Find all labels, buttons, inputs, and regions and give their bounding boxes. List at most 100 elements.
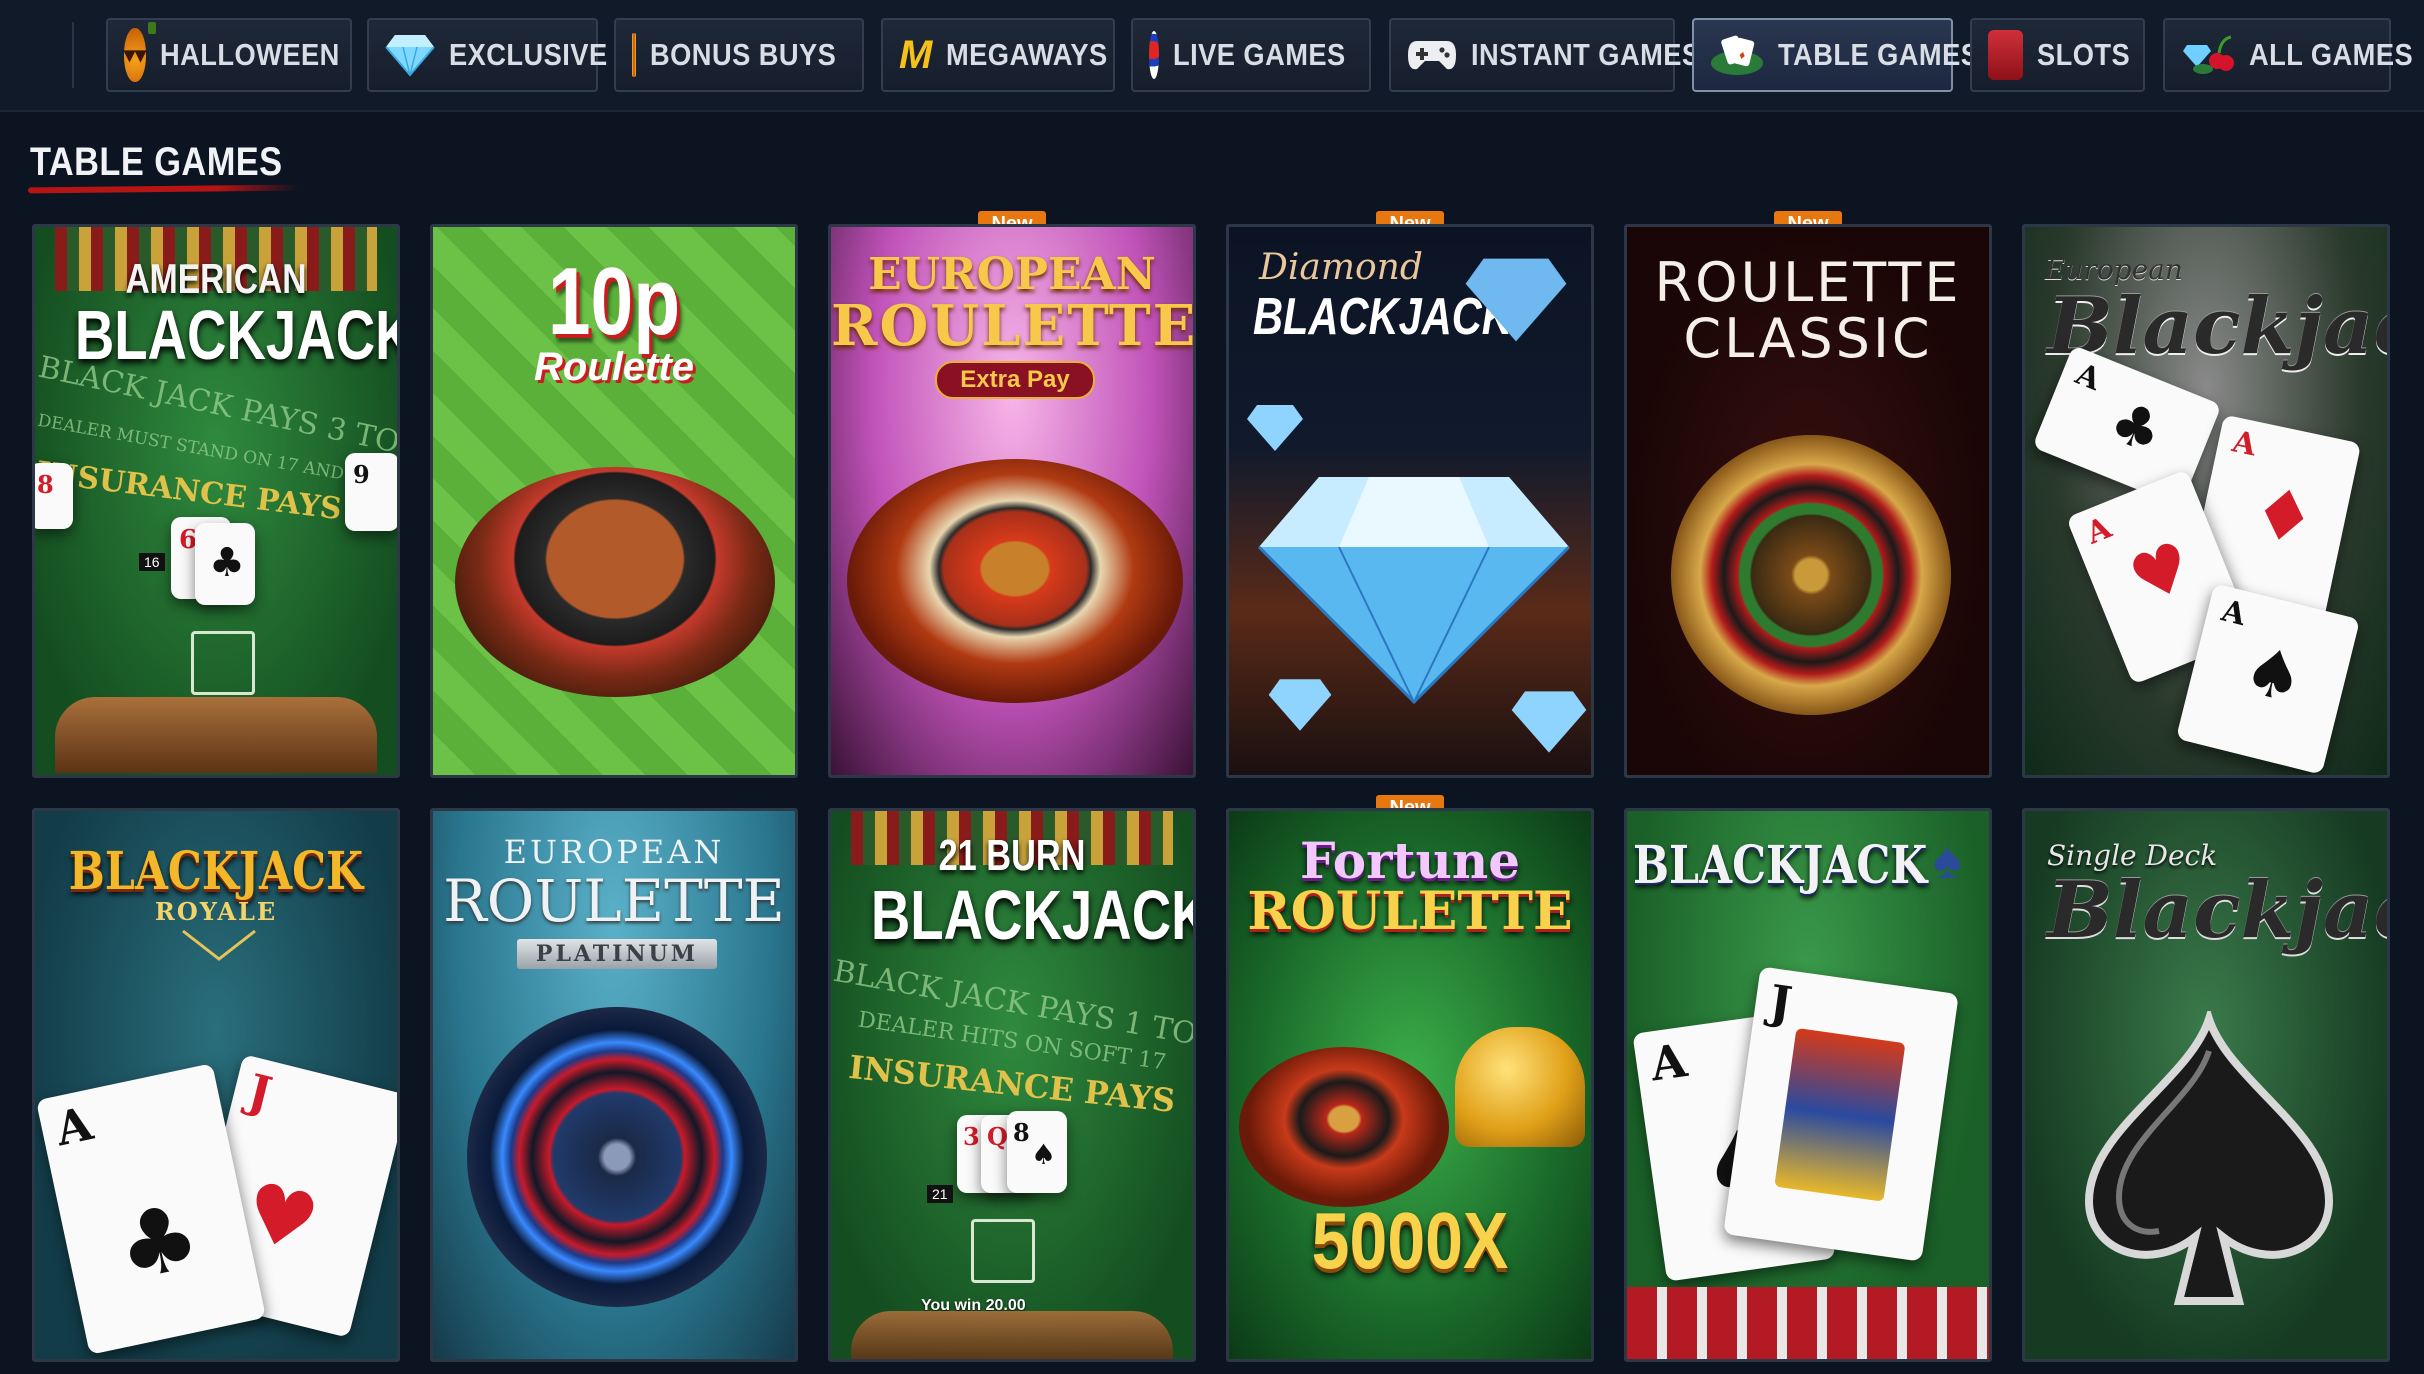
- card-rank: A: [2070, 356, 2106, 398]
- game-title: BLACKJACK: [870, 876, 1196, 954]
- game-title: ROULETTE: [1247, 881, 1573, 942]
- roulette-wheel: [847, 459, 1183, 703]
- chip-stack: [1627, 1287, 1989, 1359]
- megaways-icon: M: [899, 32, 933, 77]
- game-tile-european-blackjack[interactable]: European Blackjack A♣ A♦ A♥ A♠: [2022, 224, 2390, 778]
- game-title: ROULETTE: [443, 867, 785, 935]
- game-title: BLACKJACK: [68, 841, 364, 902]
- roulette-wheel: [1239, 1047, 1449, 1207]
- casino-chips-icon: [1149, 31, 1159, 79]
- extra-pay-label: Extra Pay: [935, 361, 1095, 399]
- game-tile-blackjack[interactable]: BLACKJACK ♠ A♠ J: [1624, 808, 1992, 1362]
- game-title: 21 BURN: [938, 831, 1086, 880]
- small-diamond-icon: [1511, 691, 1587, 753]
- game-title: ROULETTE: [831, 293, 1196, 359]
- page-title: TABLE GAMES: [30, 140, 283, 184]
- card-rank: A: [2229, 424, 2260, 464]
- playing-card: 8: [35, 463, 73, 529]
- game-tile-american-blackjack[interactable]: AMERICAN BLACKJACK BLACK JACK PAYS 3 TO …: [32, 224, 400, 778]
- game-title: BLACKJACK: [74, 296, 400, 374]
- card-rank: J: [242, 1063, 278, 1122]
- roulette-wheel: [455, 467, 775, 697]
- tab-exclusive[interactable]: EXCLUSIVE: [367, 18, 607, 92]
- game-tile-21-burn-blackjack[interactable]: 21 BURN BLACKJACK BLACK JACK PAYS 1 TO 1…: [828, 808, 1196, 1362]
- game-title: ROULETTE: [1654, 251, 1962, 314]
- game-title: Roulette: [534, 345, 694, 389]
- card-rank: 8: [1013, 1118, 1030, 1147]
- card-rank: 9: [353, 460, 370, 489]
- game-tile-single-deck-blackjack[interactable]: Single Deck Blackjack: [2022, 808, 2390, 1362]
- tab-label: INSTANT GAMES: [1471, 37, 1701, 72]
- jack-face: [1774, 1027, 1906, 1202]
- game-tile-european-roulette-extra-pay[interactable]: EUROPEAN ROULETTE Extra Pay: [828, 224, 1196, 778]
- game-title: EUROPEAN: [503, 833, 725, 871]
- playing-card: 8 ♠: [1007, 1111, 1067, 1193]
- small-diamond-icon: [1268, 679, 1332, 731]
- roulette-wheel: [467, 1007, 767, 1307]
- game-tile-blackjack-royale[interactable]: BLACKJACK ROYALE J ♥ A ♣: [32, 808, 400, 1362]
- pumpkin-icon: ▾▾: [124, 22, 157, 82]
- tab-instant-games[interactable]: INSTANT GAMES: [1389, 18, 1700, 92]
- tab-label: HALLOWEEN: [160, 37, 340, 72]
- gift-icon: [632, 33, 637, 77]
- tab-live-games[interactable]: LIVE GAMES: [1131, 18, 1371, 92]
- small-diamond-icon: [1247, 405, 1303, 451]
- title-underline: [27, 184, 299, 194]
- card-rank: A: [1647, 1033, 1691, 1092]
- game-title: Blackjack: [2047, 865, 2387, 956]
- game-title: Diamond: [1259, 247, 1423, 288]
- card-rank: 8: [37, 470, 54, 499]
- bet-spot: [191, 631, 255, 695]
- all-games-icon: [2181, 28, 2235, 82]
- bet-spot: [971, 1219, 1035, 1283]
- game-title: CLASSIC: [1683, 307, 1933, 370]
- playing-card: J: [1723, 966, 1959, 1262]
- card-rank: A: [2218, 593, 2250, 634]
- tab-label: EXCLUSIVE: [449, 37, 608, 72]
- tab-label: LIVE GAMES: [1172, 37, 1346, 72]
- game-title: 10p: [547, 248, 681, 355]
- tab-halloween[interactable]: ▾▾ HALLOWEEN: [106, 18, 352, 92]
- tab-label: ALL GAMES: [2249, 37, 2414, 72]
- table-rail: [851, 1311, 1173, 1359]
- game-tile-diamond-blackjack[interactable]: Diamond BLACKJACK: [1226, 224, 1594, 778]
- playing-card: 9: [345, 453, 397, 531]
- roulette-wheel: [1671, 435, 1951, 715]
- tab-label: TABLE GAMES: [1778, 37, 1980, 72]
- tab-slots[interactable]: SLOTS: [1970, 18, 2145, 92]
- game-tile-european-roulette-platinum[interactable]: EUROPEAN ROULETTE PLATINUM: [430, 808, 798, 1362]
- category-nav: ▾▾ HALLOWEEN EXCLUSIVE BONUS BUYS M MEGA…: [0, 0, 2424, 112]
- game-title: ROYALE: [154, 897, 278, 926]
- game-title: BLACKJACK: [1633, 835, 1928, 896]
- card-rank: A: [2081, 510, 2117, 552]
- card-rank: A: [50, 1096, 98, 1157]
- table-rail: [55, 697, 377, 773]
- bell-icon: [1455, 1027, 1585, 1147]
- playing-card: ♣: [195, 523, 255, 605]
- tab-all-games[interactable]: ALL GAMES: [2163, 18, 2413, 92]
- diamond-icon: [1257, 477, 1571, 705]
- tab-label: BONUS BUYS: [650, 37, 837, 72]
- small-diamond-icon: [1465, 258, 1567, 342]
- card-rank: 3: [963, 1122, 980, 1151]
- card-rank: Q: [987, 1122, 1008, 1151]
- chevron-down-icon: [182, 929, 256, 961]
- game-tile-roulette-classic[interactable]: ROULETTE CLASSIC: [1624, 224, 1992, 778]
- slot-machine-icon: [1988, 30, 2024, 80]
- game-tile-fortune-roulette[interactable]: Fortune ROULETTE 5000X: [1226, 808, 1594, 1362]
- spade-icon: [2084, 1011, 2334, 1305]
- nav-divider: [72, 22, 74, 88]
- spade-icon: ♠: [1933, 830, 1962, 890]
- tab-label: MEGAWAYS: [946, 37, 1109, 72]
- multiplier-label: 5000X: [1311, 1196, 1509, 1285]
- tab-table-games[interactable]: ♦ TABLE GAMES: [1692, 18, 1979, 92]
- game-tile-10p-roulette[interactable]: 10p Roulette: [430, 224, 798, 778]
- tab-megaways[interactable]: M MEGAWAYS: [881, 18, 1115, 92]
- tab-label: SLOTS: [2037, 37, 2131, 72]
- hand-score: 16: [139, 553, 165, 571]
- platinum-label: PLATINUM: [517, 939, 717, 969]
- playing-cards-icon: ♦: [1710, 28, 1764, 82]
- hand-score: 21: [927, 1185, 953, 1203]
- tab-bonus-buys[interactable]: BONUS BUYS: [614, 18, 864, 92]
- gamepad-icon: [1407, 28, 1457, 82]
